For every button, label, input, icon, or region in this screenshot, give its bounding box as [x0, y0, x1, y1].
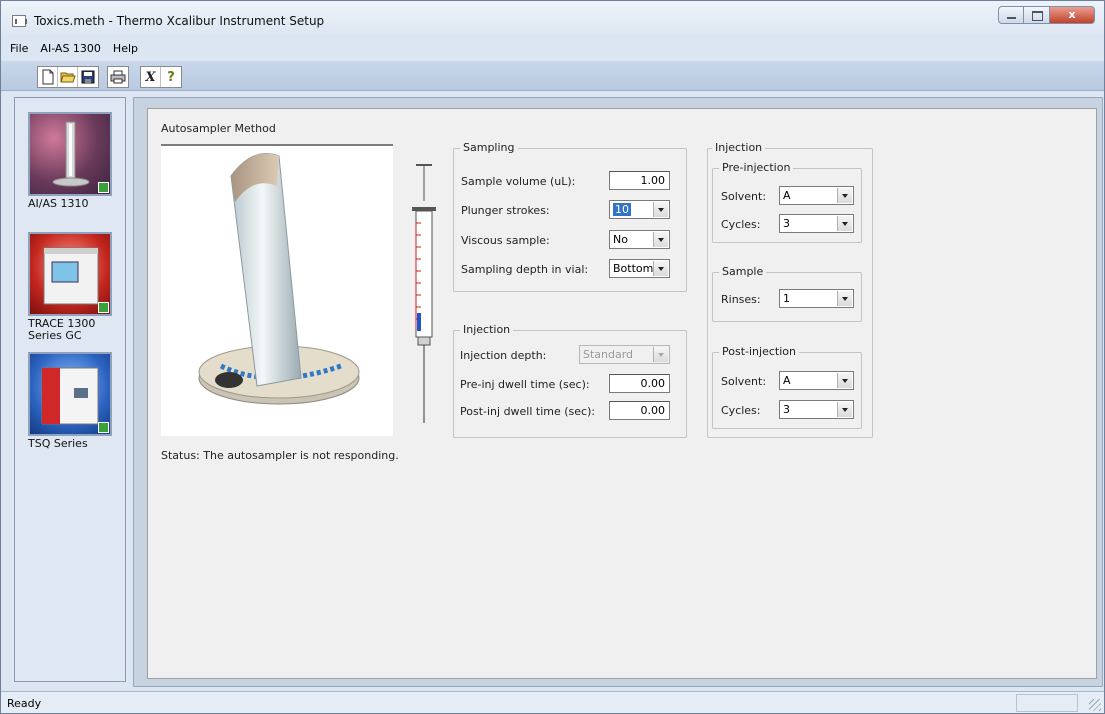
chevron-down-icon[interactable] — [837, 373, 852, 388]
pre-solvent-label: Solvent: — [721, 190, 767, 203]
sampling-depth-select[interactable]: Bottom — [609, 259, 670, 278]
menu-bar: File AI-AS 1300 Help — [1, 39, 144, 59]
sample-legend: Sample — [719, 265, 767, 278]
chevron-down-icon[interactable] — [653, 232, 668, 247]
post-solvent-value: A — [783, 374, 791, 387]
chevron-down-icon[interactable] — [653, 261, 668, 276]
menu-help[interactable]: Help — [107, 39, 144, 59]
pre-cycles-value: 3 — [783, 217, 790, 230]
menu-ai-as-1300[interactable]: AI-AS 1300 — [34, 39, 107, 59]
chevron-down-icon[interactable] — [837, 216, 852, 231]
pre-injection-legend: Pre-injection — [719, 161, 794, 174]
file-tool-group — [37, 66, 99, 88]
cut-icon[interactable]: X — [141, 67, 161, 87]
post-solvent-select[interactable]: A — [779, 371, 854, 390]
window-title: Toxics.meth - Thermo Xcalibur Instrument… — [34, 14, 325, 28]
connected-check-icon — [98, 422, 109, 433]
instrument-tsq-series[interactable]: TSQ Series — [28, 352, 112, 450]
post-dwell-input[interactable]: 0.00 — [609, 401, 670, 420]
instrument-sidebar: AI/AS 1310 TRACE 1300 Series GC TSQ Seri… — [14, 97, 126, 682]
edit-tool-group: X ? — [140, 66, 182, 88]
instrument-label: TSQ Series — [28, 437, 88, 450]
save-icon[interactable] — [78, 67, 98, 87]
status-bar: Ready — [1, 691, 1104, 713]
chevron-down-icon[interactable] — [837, 291, 852, 306]
pre-solvent-select[interactable]: A — [779, 186, 854, 205]
sampling-depth-value: Bottom — [613, 262, 654, 275]
sampling-depth-label: Sampling depth in vial: — [461, 263, 589, 276]
plunger-strokes-value: 10 — [613, 203, 631, 216]
instrument-label: AI/AS 1310 — [28, 197, 89, 210]
pre-cycles-label: Cycles: — [721, 218, 761, 231]
minimize-button[interactable] — [998, 6, 1024, 24]
app-icon — [12, 15, 27, 27]
autosampler-thumbnail-icon — [28, 112, 112, 196]
chevron-down-icon[interactable] — [653, 347, 668, 362]
plunger-strokes-select[interactable]: 10 — [609, 200, 670, 219]
app-window: Toxics.meth - Thermo Xcalibur Instrument… — [0, 0, 1105, 714]
connected-check-icon — [98, 182, 109, 193]
injection-depth-value: Standard — [583, 348, 634, 361]
close-button[interactable]: x — [1050, 6, 1095, 24]
sample-volume-input[interactable]: 1.00 — [609, 171, 670, 190]
section-title: Autosampler Method — [161, 122, 276, 135]
maximize-button[interactable] — [1024, 6, 1050, 24]
status-pane — [1016, 694, 1078, 712]
help-icon[interactable]: ? — [161, 67, 181, 87]
window-controls: x — [998, 6, 1095, 24]
close-icon: x — [1068, 8, 1076, 21]
injection-depth-label: Injection depth: — [460, 349, 547, 362]
rinses-select[interactable]: 1 — [779, 289, 854, 308]
autosampler-status: Status: The autosampler is not respondin… — [161, 449, 399, 462]
instrument-ai-as-1310[interactable]: AI/AS 1310 — [28, 112, 112, 210]
pre-cycles-select[interactable]: 3 — [779, 214, 854, 233]
post-cycles-value: 3 — [783, 403, 790, 416]
rinses-value: 1 — [783, 292, 790, 305]
post-injection-legend: Post-injection — [719, 345, 799, 358]
connected-check-icon — [98, 302, 109, 313]
sample-volume-label: Sample volume (uL): — [461, 175, 576, 188]
post-solvent-label: Solvent: — [721, 375, 767, 388]
instrument-trace-1300[interactable]: TRACE 1300 Series GC — [28, 232, 112, 342]
viscous-sample-label: Viscous sample: — [461, 234, 550, 247]
sampling-legend: Sampling — [460, 141, 518, 154]
chevron-down-icon[interactable] — [653, 202, 668, 217]
pre-dwell-input[interactable]: 0.00 — [609, 374, 670, 393]
toolbar: X ? — [1, 61, 1104, 91]
viscous-sample-value: No — [613, 233, 628, 246]
resize-grip-icon[interactable] — [1089, 699, 1101, 711]
pre-solvent-value: A — [783, 189, 791, 202]
pre-dwell-label: Pre-inj dwell time (sec): — [460, 378, 590, 391]
autosampler-image — [161, 144, 393, 436]
open-folder-icon[interactable] — [58, 67, 78, 87]
injection-legend: Injection — [460, 323, 514, 336]
post-dwell-label: Post-inj dwell time (sec): — [460, 405, 596, 418]
chevron-down-icon[interactable] — [837, 188, 852, 203]
print-icon[interactable] — [108, 67, 128, 87]
status-text: Ready — [7, 697, 42, 710]
new-file-icon[interactable] — [38, 67, 58, 87]
post-cycles-label: Cycles: — [721, 404, 761, 417]
instrument-label: TRACE 1300 Series GC — [28, 317, 96, 342]
plunger-strokes-label: Plunger strokes: — [461, 204, 550, 217]
ms-thumbnail-icon — [28, 352, 112, 436]
injection-options-legend: Injection — [712, 141, 766, 154]
rinses-label: Rinses: — [721, 293, 761, 306]
menu-file[interactable]: File — [1, 39, 34, 59]
syringe-icon — [412, 164, 436, 423]
injection-depth-select[interactable]: Standard — [579, 345, 670, 364]
viscous-sample-select[interactable]: No — [609, 230, 670, 249]
chevron-down-icon[interactable] — [837, 402, 852, 417]
print-tool-group — [107, 66, 129, 88]
help-glyph: ? — [167, 69, 175, 85]
title-bar: Toxics.meth - Thermo Xcalibur Instrument… — [1, 1, 1104, 37]
post-cycles-select[interactable]: 3 — [779, 400, 854, 419]
cut-glyph: X — [145, 69, 156, 85]
gc-thumbnail-icon — [28, 232, 112, 316]
